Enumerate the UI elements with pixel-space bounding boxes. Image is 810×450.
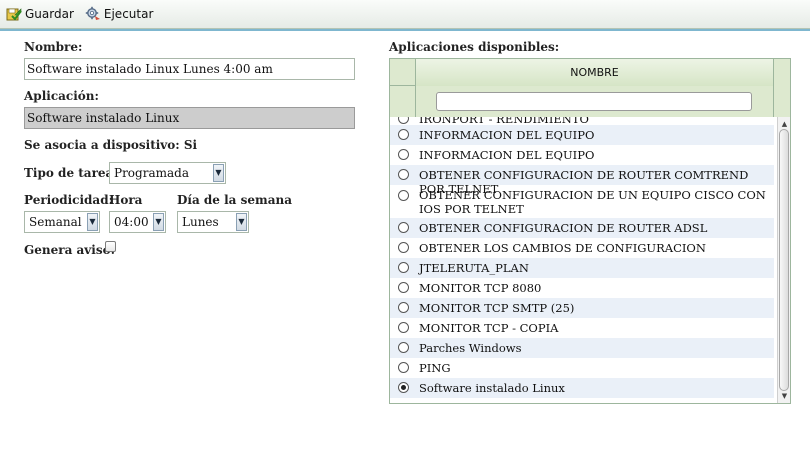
dia-semana-select[interactable]: Lunes ▼ — [177, 211, 249, 233]
chevron-down-icon: ▼ — [153, 213, 164, 231]
radio-button[interactable] — [398, 322, 409, 333]
apps-grid: IRONPORT - RENDIMIENTO INFORMACION DEL EQ… — [389, 58, 791, 404]
app-name: INFORMACION DEL EQUIPO — [419, 128, 595, 142]
list-item[interactable]: MONITOR TCP - COPIA — [390, 318, 774, 338]
periodicidad-label: Periodicidad: — [24, 193, 114, 207]
list-item[interactable]: OBTENER LOS CAMBIOS DE CONFIGURACION ALM… — [390, 238, 774, 269]
scroll-up-icon[interactable]: ▲ — [779, 119, 790, 129]
radio-button[interactable] — [398, 302, 409, 313]
chevron-down-icon: ▼ — [213, 164, 224, 182]
hora-label: Hora — [109, 193, 143, 207]
list-item[interactable]: PING — [390, 358, 774, 378]
tipo-tarea-label: Tipo de tarea: — [24, 166, 118, 180]
radio-button[interactable] — [398, 190, 409, 201]
apps-title: Aplicaciones disponibles: — [389, 40, 560, 54]
radio-button[interactable] — [398, 222, 409, 233]
tipo-tarea-value: Programada — [114, 166, 189, 180]
scroll-thumb[interactable] — [779, 129, 789, 391]
list-item[interactable]: Parches Windows — [390, 338, 774, 358]
aplicacion-value: Software instalado Linux — [24, 107, 355, 129]
app-name: MONITOR TCP SMTP (25) — [419, 301, 575, 315]
tipo-tarea-select[interactable]: Programada ▼ — [109, 162, 226, 184]
column-header-nombre[interactable]: NOMBRE — [416, 59, 774, 86]
list-item[interactable]: INFORMACION DEL EQUIPO — [390, 125, 774, 145]
app-name: PING — [419, 361, 451, 375]
save-label: Guardar — [25, 7, 74, 21]
genera-aviso-label: Genera aviso: — [24, 243, 116, 257]
scroll-down-icon[interactable]: ▼ — [779, 391, 790, 401]
gear-run-icon — [85, 6, 100, 20]
app-name: INFORMACION DEL EQUIPO — [419, 148, 595, 162]
list-item[interactable]: OBTENER CONFIGURACION DE ROUTER COMTREND… — [390, 165, 774, 196]
filter-input[interactable] — [436, 92, 752, 111]
list-item[interactable]: JTELERUTA_PLAN — [390, 258, 774, 278]
list-item[interactable]: MONITOR TCP 8080 — [390, 278, 774, 298]
periodicidad-select[interactable]: Semanal ▼ — [24, 211, 100, 233]
chevron-down-icon: ▼ — [87, 213, 98, 231]
nombre-label: Nombre: — [24, 40, 83, 54]
grid-header: NOMBRE — [390, 59, 790, 117]
app-name: Parches Windows — [419, 341, 522, 355]
toolbar-divider — [0, 29, 810, 31]
radio-button[interactable] — [398, 282, 409, 293]
radio-button[interactable] — [398, 262, 409, 273]
save-icon — [6, 8, 22, 21]
list-item[interactable]: MONITOR TCP SMTP (25) — [390, 298, 774, 318]
hora-value: 04:00 — [114, 215, 149, 229]
dia-semana-value: Lunes — [182, 215, 219, 229]
radio-button[interactable] — [398, 129, 409, 140]
app-name: MONITOR TCP 8080 — [419, 281, 542, 295]
vertical-scrollbar[interactable]: ▲ ▼ — [777, 117, 790, 403]
app-name: JTELERUTA_PLAN — [419, 261, 529, 275]
list-item[interactable]: INFORMACION DEL EQUIPO — [390, 145, 774, 165]
radio-button[interactable] — [398, 149, 409, 160]
app-name: MONITOR TCP - COPIA — [419, 321, 559, 335]
aplicacion-label: Aplicación: — [24, 89, 99, 103]
run-label: Ejecutar — [103, 7, 154, 21]
list-item[interactable]: OBTENER CONFIGURACION DE UN EQUIPO CISCO… — [390, 185, 774, 218]
run-button[interactable]: Ejecutar — [85, 6, 154, 22]
radio-button[interactable] — [398, 342, 409, 353]
list-item[interactable]: OBTENER CONFIGURACION DE ROUTER ADSL — [390, 218, 774, 238]
list-item[interactable]: Software instalado Linux — [390, 378, 774, 398]
hora-select[interactable]: 04:00 ▼ — [109, 211, 166, 233]
chevron-down-icon: ▼ — [236, 213, 247, 231]
header-select-column — [390, 59, 416, 117]
radio-button[interactable] — [398, 382, 409, 393]
radio-button[interactable] — [398, 242, 409, 253]
save-button[interactable]: Guardar — [6, 6, 74, 22]
app-name: OBTENER CONFIGURACION DE ROUTER ADSL — [419, 221, 708, 235]
periodicidad-value: Semanal — [29, 215, 82, 229]
radio-button[interactable] — [398, 362, 409, 373]
toolbar: Guardar Ejecutar — [0, 0, 810, 29]
dia-semana-label: Día de la semana — [177, 193, 292, 207]
filter-cell — [416, 86, 774, 117]
app-name: OBTENER CONFIGURACION DE UN EQUIPO CISCO… — [419, 188, 766, 216]
asocia-dispositivo-label: Se asocia a dispositivo: Si — [24, 138, 198, 152]
radio-button[interactable] — [398, 169, 409, 180]
app-name: Software instalado Linux — [419, 381, 565, 395]
nombre-input[interactable]: Software instalado Linux Lunes 4:00 am — [24, 58, 355, 80]
genera-aviso-checkbox[interactable] — [105, 241, 116, 252]
